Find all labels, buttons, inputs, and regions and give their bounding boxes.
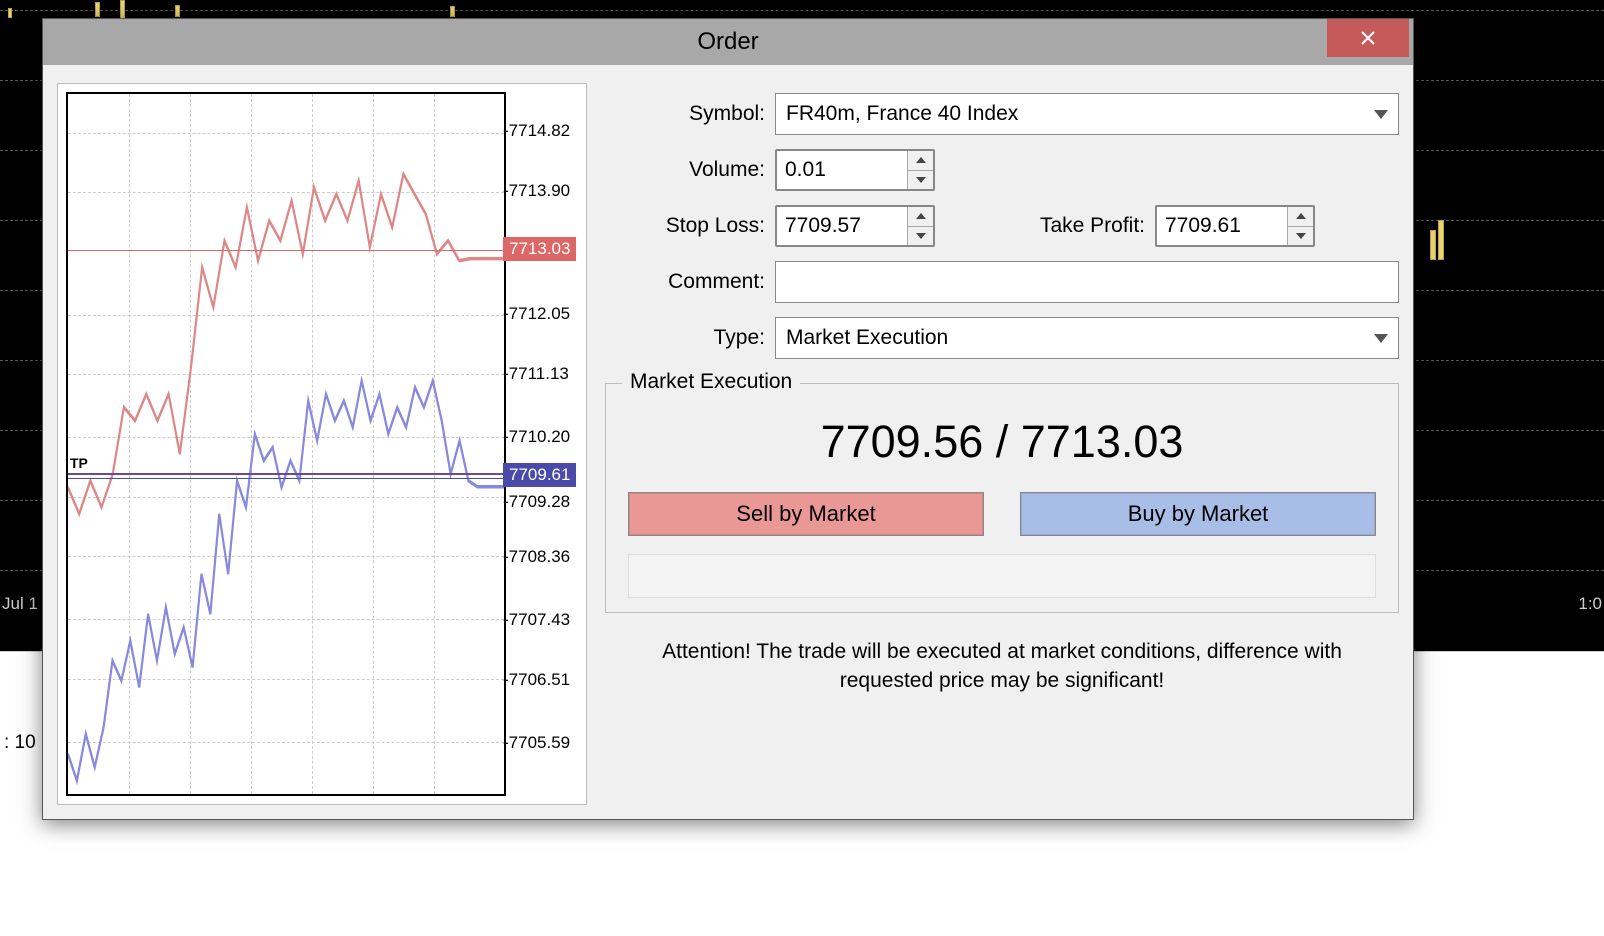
bid-price-tag: 7709.61 [503,463,576,487]
close-button[interactable] [1327,19,1409,57]
price-display: 7709.56 / 7713.03 [628,416,1376,468]
takeprofit-input[interactable] [1155,205,1315,247]
tick-lines [68,94,504,794]
ask-price-tag: 7713.03 [503,237,576,261]
sl-tp-line [68,473,504,475]
attention-text: Attention! The trade will be executed at… [605,637,1399,696]
type-select[interactable]: Market Execution [775,317,1399,359]
tp-up-button[interactable] [1288,207,1313,227]
comment-input[interactable] [775,261,1399,303]
volume-input[interactable] [775,149,935,191]
tick-chart-panel: TP -7714.82 -7713.90 7713.03 -7712.05 -7… [57,83,587,805]
type-label: Type: [605,326,775,350]
sl-up-button[interactable] [908,207,933,227]
symbol-select[interactable]: FR40m, France 40 Index [775,93,1399,135]
chart-y-axis: -7714.82 -7713.90 7713.03 -7712.05 -7711… [506,92,578,796]
order-form: Symbol: FR40m, France 40 Index Volume: [605,83,1399,805]
ask-line [68,250,504,251]
status-bar [628,554,1376,598]
tp-down-button[interactable] [1288,227,1313,246]
tick-chart[interactable]: TP [66,92,506,796]
buy-button[interactable]: Buy by Market [1020,492,1376,536]
comment-label: Comment: [605,270,775,294]
chevron-down-icon [1374,110,1388,119]
dialog-titlebar[interactable]: Order [43,19,1413,65]
takeprofit-label: Take Profit: [935,214,1155,238]
order-dialog: Order [42,18,1414,820]
volume-down-button[interactable] [908,171,933,190]
stoploss-input[interactable] [775,205,935,247]
volume-label: Volume: [605,158,775,182]
market-execution-panel: Market Execution 7709.56 / 7713.03 Sell … [605,383,1399,613]
sell-button[interactable]: Sell by Market [628,492,984,536]
volume-up-button[interactable] [908,151,933,171]
bid-line [68,478,504,479]
sltp-label: TP [70,455,88,471]
stoploss-label: Stop Loss: [605,214,775,238]
dialog-title: Order [43,28,1413,56]
market-execution-legend: Market Execution [622,370,800,394]
close-icon [1360,30,1376,46]
sl-down-button[interactable] [908,227,933,246]
symbol-label: Symbol: [605,102,775,126]
chevron-down-icon [1374,334,1388,343]
